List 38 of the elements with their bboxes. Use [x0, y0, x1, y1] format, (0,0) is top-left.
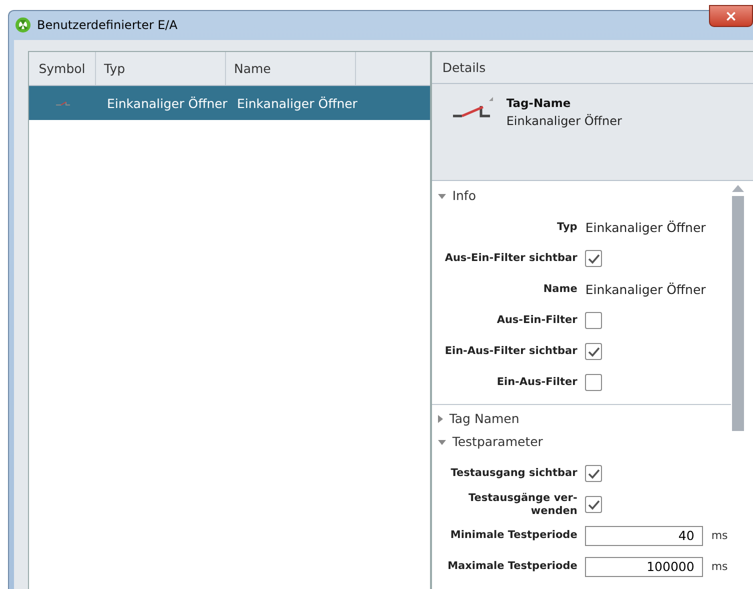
unit-label: ms [711, 560, 728, 573]
property-label: Maximale Testperiode [446, 560, 578, 573]
section-header[interactable]: Tag Namen [432, 404, 731, 430]
tag-name-label: Tag-Name [506, 96, 572, 110]
checkbox[interactable] [585, 250, 602, 267]
close-button[interactable]: × [709, 5, 753, 27]
checkbox[interactable] [585, 312, 602, 329]
property-label: Ein-Aus-Filter [496, 376, 578, 389]
property-label: Minimale Testperiode [449, 529, 578, 542]
number-field[interactable]: 40 [585, 526, 704, 546]
column-header[interactable]: Typ [96, 52, 226, 85]
section-header[interactable]: Info [432, 184, 731, 207]
column-header[interactable]: Name [226, 52, 356, 85]
app-logo-icon [15, 17, 31, 33]
property-label: Testausgänge ver- wenden [467, 492, 578, 518]
section-header[interactable]: Testparameter [432, 430, 731, 453]
property-label: Aus-Ein-Filter sichtbar [444, 252, 578, 265]
switch-symbol-icon [54, 100, 70, 106]
property-label: Name [542, 283, 578, 296]
checkbox[interactable] [585, 465, 602, 482]
checkbox[interactable] [585, 343, 602, 360]
table-cell-text: Einkanaliger Öffner [106, 96, 226, 110]
panel-header: Details [432, 51, 753, 84]
list-row[interactable]: Einkanaliger Öffner Einkanaliger Öffner [29, 86, 430, 120]
table-cell-text: Einkanaliger Öffner [236, 96, 356, 110]
property-label: Ein-Aus-Filter sichtbar [444, 345, 578, 358]
checkbox[interactable] [585, 374, 602, 391]
property-value: Einkanaliger Öffner [585, 220, 706, 235]
column-header[interactable]: Symbol [29, 52, 96, 85]
checkbox[interactable] [585, 496, 602, 513]
property-label: Aus-Ein-Filter [496, 314, 578, 327]
tag-name-value: Einkanaliger Öffner [506, 114, 622, 128]
property-label: Typ [556, 221, 578, 234]
number-field[interactable]: 100000 [585, 556, 704, 576]
unit-label: ms [711, 529, 728, 542]
property-value: Einkanaliger Öffner [585, 282, 706, 297]
property-label: Testausgang sichtbar [450, 467, 578, 480]
window-title: Benutzerdefinierter E/A [37, 18, 178, 32]
